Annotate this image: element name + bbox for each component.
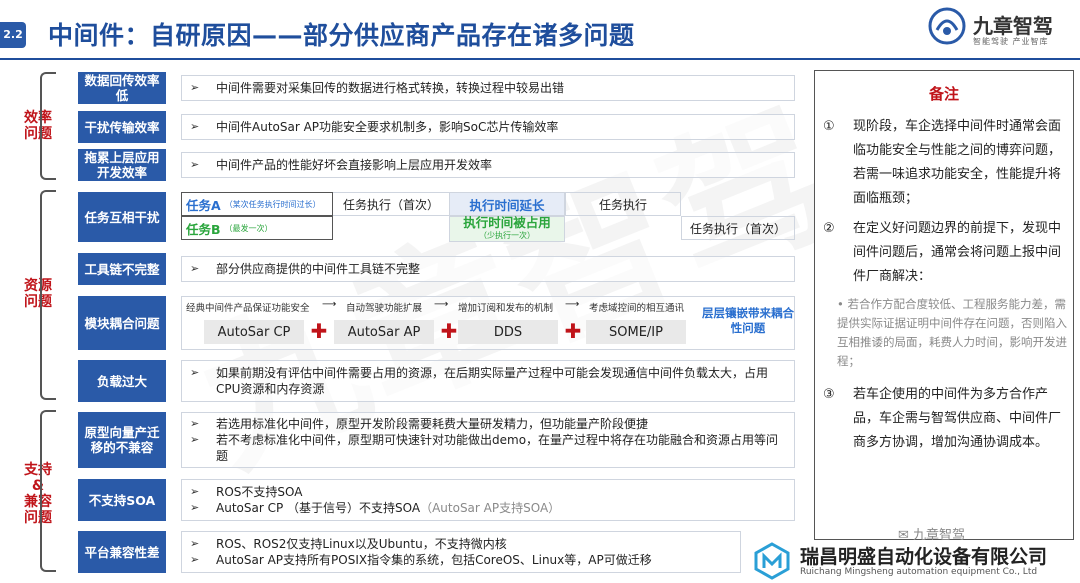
arrow-right-icon: ⟶ <box>565 299 580 310</box>
note-number: ① <box>823 119 835 134</box>
coupling-side-note: 层层镶嵌带来耦合性问题 <box>702 306 794 335</box>
module-autosar-cp: AutoSar CP <box>204 320 304 344</box>
company-banner: 瑞昌明盛自动化设备有限公司 Ruichang Mingsheng automat… <box>752 540 1080 583</box>
section-badge: 2.2 <box>0 22 26 48</box>
row-text: ROS不支持SOA <box>216 485 303 499</box>
row-content-toolchain: ➢ 部分供应商提供的中间件工具链不完整 <box>181 256 795 282</box>
note-item-1: ① 现阶段，车企选择中间件时通常会面临功能安全与性能之间的博弈问题，若需一味追求… <box>823 115 1071 211</box>
arrow-bullet-icon: ➢ <box>190 366 200 379</box>
plus-icon: ✚ <box>564 319 582 343</box>
logo-name: 九章智驾 <box>973 14 1053 38</box>
row-content-data-return: ➢ 中间件需要对采集回传的数据进行格式转换，转换过程中较易出错 <box>181 75 795 101</box>
plus-icon: ✚ <box>310 319 328 343</box>
arrow-bullet-icon: ➢ <box>190 417 200 430</box>
row-text: 若不考虑标准化中间件，原型期可快速针对功能做出demo，在量产过程中将存在功能融… <box>216 433 779 463</box>
row-text: AutoSar CP （基于信号）不支持SOA <box>216 501 421 515</box>
row-text: AutoSar AP支持所有POSIX指令集的系统，包括CoreOS、Linux… <box>216 553 652 567</box>
note-number: ③ <box>823 387 835 402</box>
arrow-bullet-icon: ➢ <box>190 262 200 275</box>
task-b-note: （最发一次） <box>224 223 273 233</box>
chain-step-1: 经典中间件产品保证功能安全 <box>186 303 310 314</box>
row-text: 中间件产品的性能好坏会直接影响上层应用开发效率 <box>216 158 493 172</box>
note-subitem: • 若合作方配合度较低、工程服务能力差，需提供实际证据证明中间件存在问题，否则陷… <box>837 295 1069 371</box>
chain-step-2: 自动驾驶功能扩展 <box>346 303 423 314</box>
arrow-bullet-icon: ➢ <box>190 537 200 550</box>
task-b-label: 任务B <box>186 221 221 237</box>
task-a-exec: 任务执行 <box>565 192 681 216</box>
row-label-module-coupling: 模块耦合问题 <box>78 296 166 350</box>
header-rule <box>0 58 1080 60</box>
row-content-overload: ➢ 如果前期没有评估中间件需要占用的资源，在后期实际量产过程中可能会发现通信中间件… <box>181 360 795 402</box>
chain-step-3: 增加订阅和发布的机制 <box>458 303 554 314</box>
row-text: 如果前期没有评估中间件需要占用的资源，在后期实际量产过程中可能会发现通信中间件负… <box>216 366 769 396</box>
arrow-bullet-icon: ➢ <box>190 433 200 446</box>
arrow-right-icon: ⟶ <box>322 299 337 310</box>
row-label-task-interference: 任务互相干扰 <box>78 192 166 242</box>
arrow-bullet-icon: ➢ <box>190 553 200 566</box>
row-text-muted: （AutoSar AP支持SOA） <box>420 501 561 515</box>
task-b-cell: 任务B （最发一次） <box>181 216 333 240</box>
row-content-upper-dev: ➢ 中间件产品的性能好坏会直接影响上层应用开发效率 <box>181 152 795 178</box>
row-label-platform-compat: 平台兼容性差 <box>78 531 166 573</box>
row-label-prototype-migration: 原型向量产迁移的不兼容 <box>78 412 166 468</box>
brand-logo: 九章智驾 智能驾驶 产业智库 <box>927 4 1077 50</box>
row-content-platform-compat: ➢ ROS、ROS2仅支持Linux以及Ubuntu，不支持微内核 ➢ AutoSa… <box>181 531 741 573</box>
row-text: 中间件需要对采集回传的数据进行格式转换，转换过程中较易出错 <box>216 81 565 95</box>
task-b-time-occupied-note: （少执行一次） <box>479 231 535 240</box>
row-label-data-return: 数据回传效率低 <box>78 72 166 104</box>
notes-panel: 备注 ① 现阶段，车企选择中间件时通常会面临功能安全与性能之间的博弈问题，若需一… <box>814 70 1074 540</box>
company-name: 瑞昌明盛自动化设备有限公司 <box>800 546 1048 568</box>
note-number: ② <box>823 221 835 236</box>
row-text: 中间件AutoSar AP功能安全要求机制多，影响SoC芯片传输效率 <box>216 120 559 134</box>
task-a-time-extended: 执行时间延长 <box>449 192 565 216</box>
notes-title: 备注 <box>928 85 959 103</box>
task-a-note: （某次任务执行时间过长） <box>224 199 321 209</box>
row-label-upper-dev: 拖累上层应用开发效率 <box>78 149 166 181</box>
company-name-en: Ruichang Mingsheng automation equipment … <box>800 567 1038 577</box>
arrow-bullet-icon: ➢ <box>190 120 200 133</box>
note-text: 若车企使用的中间件为多方合作产品，车企需与智驾供应商、中间件厂商多方协调，增加沟… <box>853 387 1062 450</box>
module-some-ip: SOME/IP <box>586 320 686 344</box>
arrow-bullet-icon: ➢ <box>190 501 200 514</box>
row-label-no-soa: 不支持SOA <box>78 479 166 521</box>
module-dds: DDS <box>458 320 558 344</box>
arrow-bullet-icon: ➢ <box>190 81 200 94</box>
row-content-prototype-migration: ➢ 若选用标准化中间件，原型开发阶段需要耗费大量研发精力，但功能量产阶段便捷 ➢ 若… <box>181 412 795 468</box>
task-b-exec-first: 任务执行（首次） <box>681 216 795 240</box>
arrow-bullet-icon: ➢ <box>190 485 200 498</box>
note-text: 现阶段，车企选择中间件时通常会面临功能安全与性能之间的博弈问题，若需一味追求功能… <box>853 119 1062 206</box>
row-text: 若选用标准化中间件，原型开发阶段需要耗费大量研发精力，但功能量产阶段便捷 <box>216 417 649 431</box>
row-label-overload: 负载过大 <box>78 360 166 402</box>
row-content-transfer-efficiency: ➢ 中间件AutoSar AP功能安全要求机制多，影响SoC芯片传输效率 <box>181 114 795 140</box>
bracket-efficiency <box>40 72 56 180</box>
note-item-3: ③ 若车企使用的中间件为多方合作产品，车企需与智驾供应商、中间件厂商多方协调，增… <box>823 383 1071 455</box>
row-label-toolchain: 工具链不完整 <box>78 253 166 285</box>
task-a-label: 任务A <box>186 197 221 213</box>
note-item-2: ② 在定义好问题边界的前提下，发现中间件问题后，通常会将问题上报中间件厂商解决： <box>823 217 1071 289</box>
row-text: ROS、ROS2仅支持Linux以及Ubuntu，不支持微内核 <box>216 537 507 551</box>
row-content-no-soa: ➢ ROS不支持SOA ➢ AutoSar CP （基于信号）不支持SOA （Auto… <box>181 479 795 521</box>
bracket-support <box>40 410 56 572</box>
company-mark-icon <box>754 542 790 580</box>
arrow-right-icon: ⟶ <box>434 299 449 310</box>
subnote-bullet-icon: • <box>837 297 848 311</box>
task-a-exec-first: 任务执行（首次） <box>333 192 449 216</box>
row-label-transfer-efficiency: 干扰传输效率 <box>78 111 166 143</box>
plus-icon: ✚ <box>440 319 458 343</box>
task-b-time-occupied: 执行时间被占用 （少执行一次） <box>449 216 565 242</box>
logo-mark-icon <box>928 7 966 45</box>
row-text: 部分供应商提供的中间件工具链不完整 <box>216 262 421 276</box>
chain-step-4: 考虑域控间的相互通讯 <box>589 303 685 314</box>
page-title: 中间件：自研原因——部分供应商产品存在诸多问题 <box>48 21 635 50</box>
logo-slogan: 智能驾驶 产业智库 <box>973 37 1049 46</box>
note-text: 在定义好问题边界的前提下，发现中间件问题后，通常会将问题上报中间件厂商解决： <box>853 221 1062 284</box>
bracket-resource <box>40 190 56 400</box>
task-a-cell: 任务A （某次任务执行时间过长） <box>181 192 333 216</box>
task-b-time-occupied-label: 执行时间被占用 <box>463 215 551 230</box>
arrow-bullet-icon: ➢ <box>190 158 200 171</box>
subnote-text: 若合作方配合度较低、工程服务能力差，需提供实际证据证明中间件存在问题，否则陷入互… <box>837 297 1067 368</box>
module-autosar-ap: AutoSar AP <box>334 320 434 344</box>
